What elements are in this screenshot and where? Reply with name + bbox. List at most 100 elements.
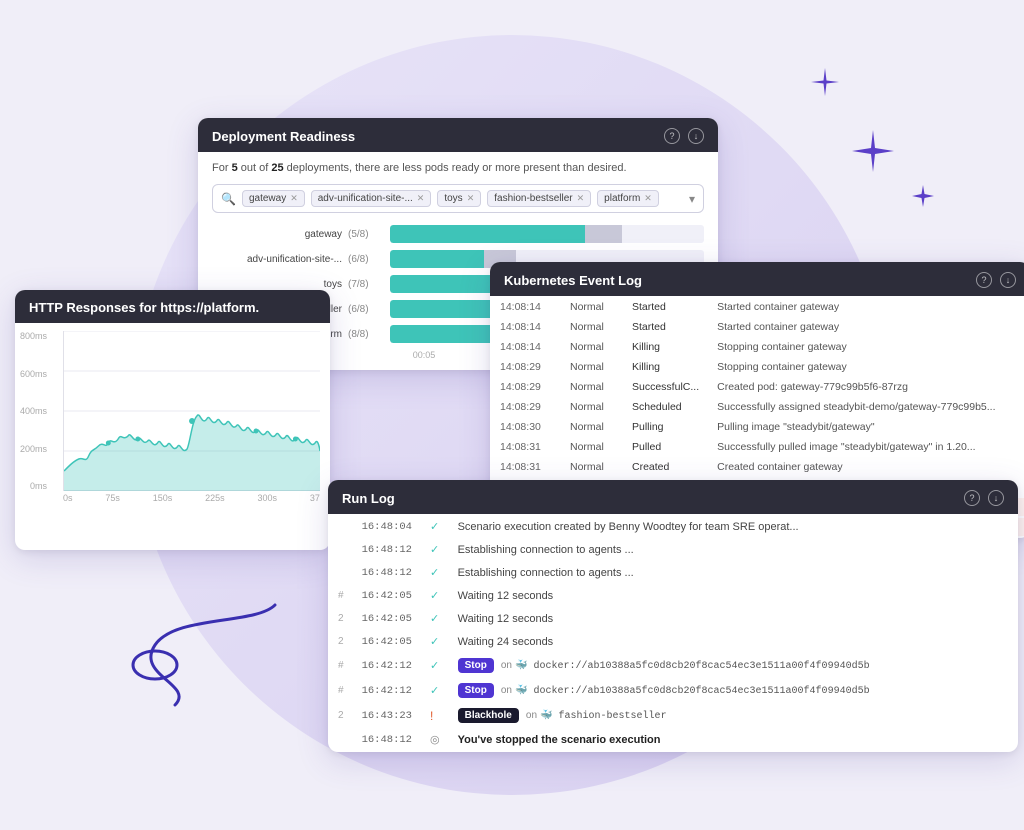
decorative-line	[115, 595, 295, 720]
runlog-msg-stop-2: Stop on 🐳 docker://ab10388a5fc0d8cb20f8c…	[450, 679, 1016, 702]
runlog-help-icon[interactable]: ?	[964, 490, 980, 506]
runlog-row-6: 2 16:42:05 ✓ Waiting 24 seconds	[330, 631, 1016, 652]
tag-adv[interactable]: adv-unification-site-... ✕	[311, 190, 432, 207]
k8s-time: 14:08:29	[492, 378, 560, 396]
k8s-reason: Created	[624, 458, 707, 476]
runlog-time-3: 16:48:12	[354, 562, 420, 583]
runlog-check-stop-1: ✓	[422, 654, 448, 677]
k8s-msg: Successfully assigned steadybit-demo/gat…	[709, 398, 1024, 416]
bar-count-gateway: (5/8)	[348, 229, 384, 240]
k8s-help-icon[interactable]: ?	[976, 272, 992, 288]
runlog-body: 16:48:04 ✓ Scenario execution created by…	[328, 514, 1018, 752]
deployment-search-bar[interactable]: 🔍 gateway ✕ adv-unification-site-... ✕ t…	[212, 184, 704, 213]
runlog-num-4: #	[330, 585, 352, 606]
k8s-reason: Killing	[624, 338, 707, 356]
y-label-600: 600ms	[15, 369, 51, 379]
runlog-on-blackhole: on	[526, 710, 537, 721]
http-chart-inner	[63, 331, 320, 491]
bar-label-toys: toys	[212, 279, 342, 290]
tag-toys[interactable]: toys ✕	[437, 190, 481, 207]
x-label-150s: 150s	[153, 493, 173, 503]
k8s-reason: Pulling	[624, 418, 707, 436]
k8s-card-title: Kubernetes Event Log	[504, 273, 642, 288]
runlog-warning-icon: !	[422, 704, 448, 727]
runlog-time-4: 16:42:05	[354, 585, 420, 606]
runlog-time-stop-2: 16:42:12	[354, 679, 420, 702]
tag-fashion-remove[interactable]: ✕	[577, 193, 585, 204]
deployment-download-icon[interactable]: ↓	[688, 128, 704, 144]
y-label-400: 400ms	[15, 406, 51, 416]
y-label-200: 200ms	[15, 444, 51, 454]
http-y-labels: 800ms 600ms 400ms 200ms 0ms	[15, 331, 51, 491]
runlog-time-5: 16:42:05	[354, 608, 420, 629]
runlog-num-1	[330, 516, 352, 537]
runlog-num-5: 2	[330, 608, 352, 629]
runlog-check-4: ✓	[422, 585, 448, 606]
runlog-num-stop-2: #	[330, 679, 352, 702]
bar-label-gateway: gateway	[212, 229, 342, 240]
k8s-msg: Created container gateway	[709, 458, 1024, 476]
runlog-row-2: 16:48:12 ✓ Establishing connection to ag…	[330, 539, 1016, 560]
k8s-msg: Stopping container gateway	[709, 358, 1024, 376]
y-label-800: 800ms	[15, 331, 51, 341]
runlog-row-stop-1: # 16:42:12 ✓ Stop on 🐳 docker://ab10388a…	[330, 654, 1016, 677]
deployment-subtitle: For 5 out of 25 deployments, there are l…	[212, 162, 704, 174]
k8s-reason: Started	[624, 298, 707, 316]
tag-toys-remove[interactable]: ✕	[467, 193, 475, 204]
tag-gateway[interactable]: gateway ✕	[242, 190, 305, 207]
runlog-msg-1: Scenario execution created by Benny Wood…	[450, 516, 1016, 537]
runlog-card-header-icons: ? ↓	[964, 490, 1004, 506]
deployment-card-title: Deployment Readiness	[212, 129, 355, 144]
x-label-0s: 0s	[63, 493, 73, 503]
bar-label-adv: adv-unification-site-...	[212, 254, 342, 265]
runlog-card-header: Run Log ? ↓	[328, 480, 1018, 514]
runlog-check-5: ✓	[422, 608, 448, 629]
k8s-row: 14:08:29 Normal SuccessfulC... Created p…	[492, 378, 1024, 396]
k8s-msg: Started container gateway	[709, 298, 1024, 316]
bar-track-gateway	[390, 225, 704, 243]
runlog-download-icon[interactable]: ↓	[988, 490, 1004, 506]
http-card-title: HTTP Responses for https://platform.	[29, 300, 259, 315]
k8s-time: 14:08:30	[492, 418, 560, 436]
k8s-card-header: Kubernetes Event Log ? ↓	[490, 262, 1024, 296]
k8s-msg: Stopping container gateway	[709, 338, 1024, 356]
service-ref-fashion: 🐳 fashion-bestseller	[540, 711, 666, 722]
k8s-download-icon[interactable]: ↓	[1000, 272, 1016, 288]
k8s-type: Normal	[562, 458, 622, 476]
runlog-num-2	[330, 539, 352, 560]
runlog-card-title: Run Log	[342, 491, 395, 506]
bar-row-gateway: gateway (5/8)	[212, 225, 704, 243]
run-log-card: Run Log ? ↓ 16:48:04 ✓ Scenario executio…	[328, 480, 1018, 752]
sparkle-icon-3	[912, 185, 934, 212]
http-chart-area: 800ms 600ms 400ms 200ms 0ms	[15, 323, 330, 518]
runlog-stop-icon-final: ◎	[422, 729, 448, 750]
bar-fill-teal-adv	[390, 250, 484, 268]
k8s-type: Normal	[562, 298, 622, 316]
runlog-msg-4: Waiting 12 seconds	[450, 585, 1016, 606]
tag-fashion[interactable]: fashion-bestseller ✕	[487, 190, 591, 207]
search-dropdown-icon[interactable]: ▾	[689, 192, 695, 206]
x-label-300s: 300s	[258, 493, 278, 503]
runlog-stopped-msg: You've stopped the scenario execution	[458, 734, 661, 746]
runlog-msg-5: Waiting 12 seconds	[450, 608, 1016, 629]
tag-platform[interactable]: platform ✕	[597, 190, 659, 207]
runlog-table: 16:48:04 ✓ Scenario execution created by…	[328, 514, 1018, 752]
k8s-time: 14:08:14	[492, 338, 560, 356]
deployment-card-header-icons: ? ↓	[664, 128, 704, 144]
tag-adv-remove[interactable]: ✕	[417, 193, 425, 204]
docker-ref-2: 🐳 docker://ab10388a5fc0d8cb20f8cac54ec3e…	[515, 686, 870, 697]
k8s-row: 14:08:14 Normal Started Started containe…	[492, 298, 1024, 316]
k8s-type: Normal	[562, 358, 622, 376]
k8s-msg: Started container gateway	[709, 318, 1024, 336]
k8s-reason: SuccessfulC...	[624, 378, 707, 396]
k8s-type: Normal	[562, 338, 622, 356]
bar-fill-teal-gateway	[390, 225, 585, 243]
tag-platform-remove[interactable]: ✕	[644, 193, 652, 204]
bar-count-adv: (6/8)	[348, 254, 384, 265]
k8s-card-header-icons: ? ↓	[976, 272, 1016, 288]
deployment-help-icon[interactable]: ?	[664, 128, 680, 144]
stop-badge-2: Stop	[458, 683, 494, 698]
runlog-time-6: 16:42:05	[354, 631, 420, 652]
tag-gateway-remove[interactable]: ✕	[290, 193, 298, 204]
k8s-time: 14:08:14	[492, 318, 560, 336]
